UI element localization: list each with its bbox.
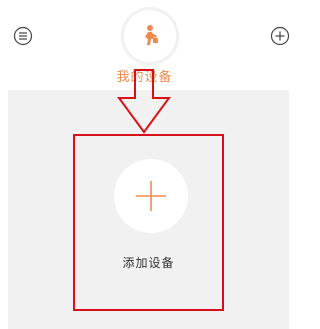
person-icon (145, 25, 158, 45)
header: 我的设备 (0, 0, 290, 90)
menu-button[interactable] (13, 26, 33, 46)
plus-icon (136, 181, 166, 211)
avatar[interactable] (124, 10, 176, 62)
plus-icon (270, 26, 290, 46)
add-device-label: 添加设备 (122, 256, 175, 270)
add-device-card[interactable]: 添加设备 (73, 134, 224, 311)
page-title: 我的设备 (116, 70, 173, 85)
add-device-button[interactable] (114, 159, 188, 233)
add-button[interactable] (270, 26, 290, 46)
menu-icon (13, 26, 33, 46)
